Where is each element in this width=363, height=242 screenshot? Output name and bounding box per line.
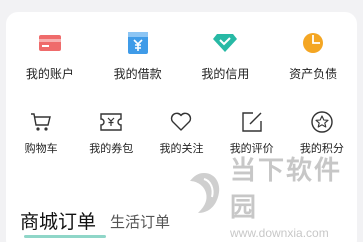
card-icon <box>37 30 63 56</box>
my-account-label: 我的账户 <box>25 67 74 81</box>
cart-icon <box>29 110 53 134</box>
shopping-cart-button[interactable]: 购物车 <box>6 110 76 158</box>
heart-icon <box>169 110 193 134</box>
order-tabs: 商城订单 生活订单 <box>20 198 170 238</box>
my-loan-label: 我的借款 <box>113 67 162 81</box>
assets-liabilities-label: 资产负债 <box>289 67 338 81</box>
my-credit-button[interactable]: 我的信用 <box>182 30 270 92</box>
watermark-logo-icon <box>184 171 224 219</box>
watermark-title: 当下软件园 <box>230 156 343 223</box>
watermark-url: www.downxia.com <box>230 226 329 240</box>
my-account-button[interactable]: 我的账户 <box>6 30 94 92</box>
pie-chart-icon <box>300 30 326 56</box>
tab-life-orders-label: 生活订单 <box>110 213 171 231</box>
coupon-wallet-button[interactable]: 我的券包 <box>76 110 146 158</box>
finance-row: 我的账户 我的借款 我的信用 资产负债 <box>6 30 357 92</box>
shopping-cart-label: 购物车 <box>24 142 58 155</box>
my-credit-label: 我的信用 <box>201 67 250 81</box>
tab-mall-orders[interactable]: 商城订单 <box>20 207 106 238</box>
watermark: 当下软件园 www.downxia.com <box>184 150 363 240</box>
edit-icon <box>240 110 264 134</box>
yen-box-icon <box>125 30 151 56</box>
assets-liabilities-button[interactable]: 资产负债 <box>269 30 357 92</box>
coupon-wallet-label: 我的券包 <box>89 142 134 155</box>
coupon-icon <box>99 110 123 134</box>
tab-life-orders[interactable]: 生活订单 <box>110 211 170 238</box>
my-loan-button[interactable]: 我的借款 <box>94 30 182 92</box>
tab-mall-orders-label: 商城订单 <box>20 211 97 233</box>
active-tab-indicator <box>24 235 106 238</box>
diamond-check-icon <box>212 30 238 56</box>
star-circle-icon <box>310 110 334 134</box>
